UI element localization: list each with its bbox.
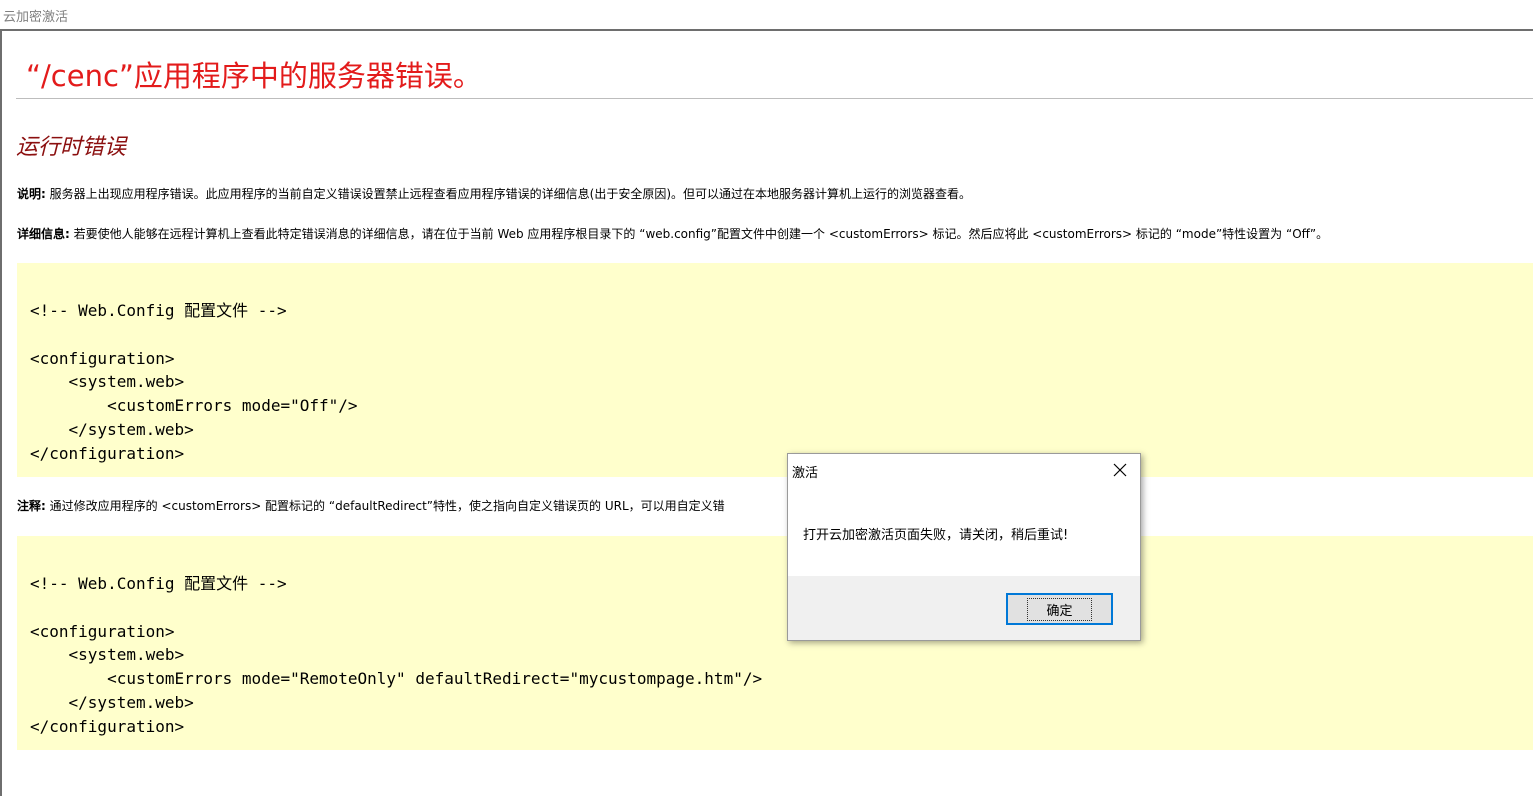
code-block-1: <!-- Web.Config 配置文件 --> <configuration>… xyxy=(17,263,1533,477)
title-divider xyxy=(16,98,1533,99)
note-label: 注释: xyxy=(17,499,46,513)
activation-dialog: 激活 打开云加密激活页面失败，请关闭，稍后重试! 确定 xyxy=(787,453,1141,641)
dialog-message: 打开云加密激活页面失败，请关闭，稍后重试! xyxy=(803,528,1069,543)
code-block-2-text: <!-- Web.Config 配置文件 --> <configuration>… xyxy=(30,574,763,736)
error-page: “/cenc”应用程序中的服务器错误。 运行时错误 说明: 服务器上出现应用程序… xyxy=(0,29,1533,796)
details-text: 若要使他人能够在远程计算机上查看此特定错误消息的详细信息，请在位于当前 Web … xyxy=(69,227,1329,241)
description-text: 服务器上出现应用程序错误。此应用程序的当前自定义错误设置禁止远程查看应用程序错误… xyxy=(45,187,971,201)
dialog-titlebar[interactable]: 激活 xyxy=(788,454,1140,486)
note-text: 通过修改应用程序的 <customErrors> 配置标记的 “defaultR… xyxy=(45,499,725,513)
ok-button-label: 确定 xyxy=(1027,597,1092,621)
code-block-1-text: <!-- Web.Config 配置文件 --> <configuration>… xyxy=(30,301,358,463)
page-title: “/cenc”应用程序中的服务器错误。 xyxy=(26,59,482,93)
note-paragraph: 注释: 通过修改应用程序的 <customErrors> 配置标记的 “defa… xyxy=(17,497,725,514)
window-title: 云加密激活 xyxy=(3,10,69,25)
window-titlebar: 云加密激活 xyxy=(0,0,1533,30)
details-paragraph: 详细信息: 若要使他人能够在远程计算机上查看此特定错误消息的详细信息，请在位于当… xyxy=(17,225,1328,242)
close-icon[interactable] xyxy=(1108,458,1132,482)
ok-button[interactable]: 确定 xyxy=(1006,593,1113,625)
details-label: 详细信息: xyxy=(17,227,70,241)
error-subtitle: 运行时错误 xyxy=(16,135,127,160)
code-block-2: <!-- Web.Config 配置文件 --> <configuration>… xyxy=(17,536,1533,750)
description-label: 说明: xyxy=(17,187,46,201)
dialog-title: 激活 xyxy=(792,466,819,481)
dialog-footer: 确定 xyxy=(788,576,1140,640)
description-paragraph: 说明: 服务器上出现应用程序错误。此应用程序的当前自定义错误设置禁止远程查看应用… xyxy=(17,185,971,202)
